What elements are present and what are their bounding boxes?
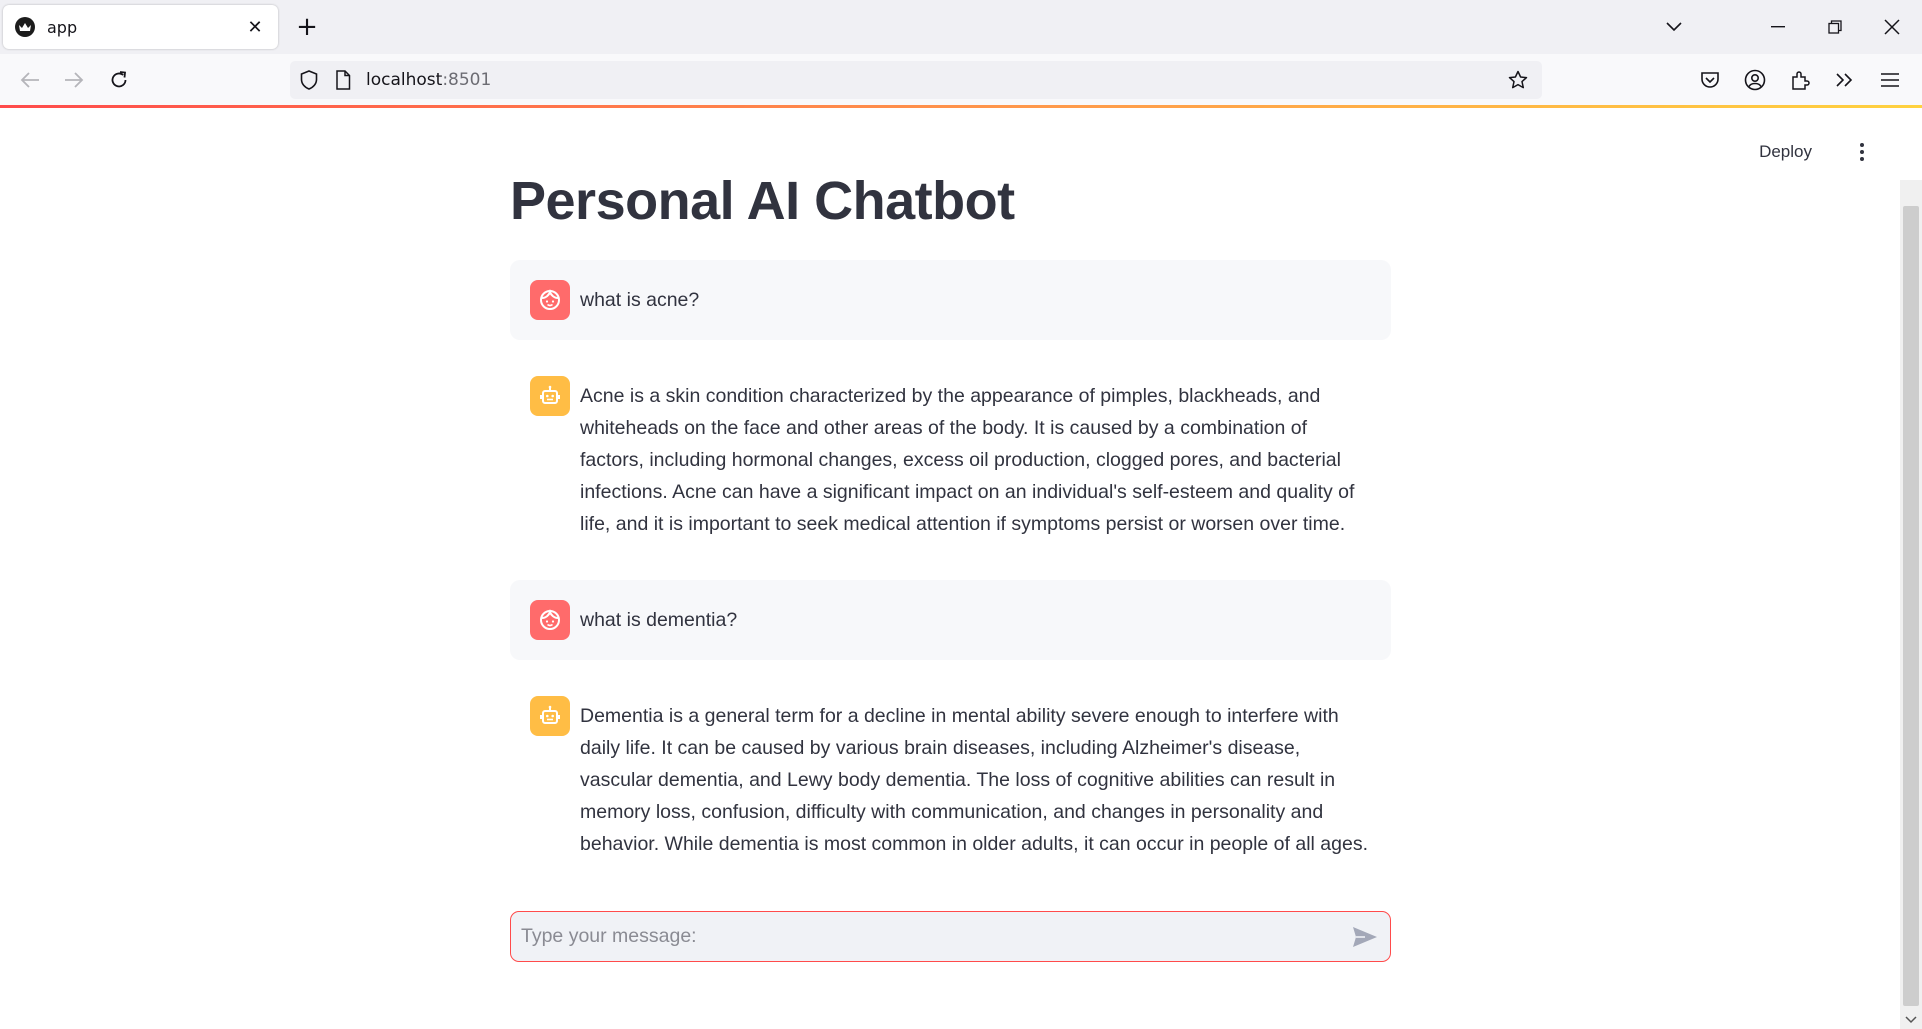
back-icon[interactable]	[14, 64, 46, 96]
chat-message-user: what is dementia?	[510, 580, 1391, 660]
scroll-down-icon[interactable]	[1905, 1013, 1917, 1027]
url-port: :8501	[442, 70, 492, 90]
url-bar[interactable]: localhost:8501	[290, 61, 1542, 99]
pocket-icon[interactable]	[1694, 64, 1726, 96]
restore-icon[interactable]	[1815, 10, 1855, 44]
send-icon	[1353, 927, 1377, 947]
robot-icon	[540, 385, 560, 404]
reload-icon[interactable]	[103, 64, 135, 96]
main-container: Personal AI Chatbot what is acne? Acne i…	[510, 168, 1391, 855]
new-tab-button[interactable]: +	[292, 12, 322, 42]
bookmark-star-icon[interactable]	[1508, 70, 1528, 94]
message-text: what is dementia?	[580, 609, 738, 631]
streamlit-favicon-icon	[15, 17, 35, 37]
message-text: Dementia is a general term for a decline…	[580, 705, 1368, 855]
forward-icon[interactable]	[58, 64, 90, 96]
browser-tab-strip: app ✕ +	[0, 0, 1922, 54]
tab-title: app	[47, 17, 78, 37]
message-text: Acne is a skin condition characterized b…	[580, 385, 1355, 535]
browser-nav-bar: localhost:8501	[0, 54, 1922, 106]
overflow-chevrons-icon[interactable]	[1829, 64, 1861, 96]
user-avatar	[530, 280, 570, 320]
face-icon	[540, 608, 560, 630]
account-icon[interactable]	[1739, 64, 1771, 96]
chat-message-assistant: Acne is a skin condition characterized b…	[510, 356, 1391, 535]
list-all-tabs-icon[interactable]	[1654, 10, 1694, 44]
scrollbar-thumb[interactable]	[1903, 206, 1919, 1006]
assistant-avatar	[530, 376, 570, 416]
assistant-avatar	[530, 696, 570, 736]
message-text: what is acne?	[580, 289, 700, 311]
extensions-icon[interactable]	[1784, 64, 1816, 96]
minimize-icon[interactable]	[1758, 10, 1798, 44]
deploy-button[interactable]: Deploy	[1759, 142, 1812, 162]
url-text: localhost:8501	[366, 70, 491, 90]
face-icon	[540, 288, 560, 310]
chat-message-assistant: Dementia is a general term for a decline…	[510, 676, 1391, 855]
shield-icon[interactable]	[300, 70, 318, 94]
close-tab-icon[interactable]: ✕	[244, 17, 266, 38]
scrollbar[interactable]	[1900, 180, 1922, 1029]
close-window-icon[interactable]	[1872, 10, 1912, 44]
robot-icon	[540, 705, 560, 724]
page-icon	[335, 70, 351, 94]
main-menu-icon[interactable]	[1850, 140, 1874, 164]
chat-message-user: what is acne?	[510, 260, 1391, 340]
user-avatar	[530, 600, 570, 640]
url-host: localhost	[366, 70, 443, 90]
hamburger-menu-icon[interactable]	[1874, 64, 1906, 96]
chat-input-container	[510, 911, 1391, 962]
page-title: Personal AI Chatbot	[510, 171, 1015, 231]
send-button[interactable]	[1350, 923, 1380, 951]
browser-tab[interactable]: app ✕	[3, 5, 278, 49]
app-viewport: Deploy Personal AI Chatbot what is acne?	[0, 108, 1922, 1029]
chat-input[interactable]	[521, 912, 1321, 960]
